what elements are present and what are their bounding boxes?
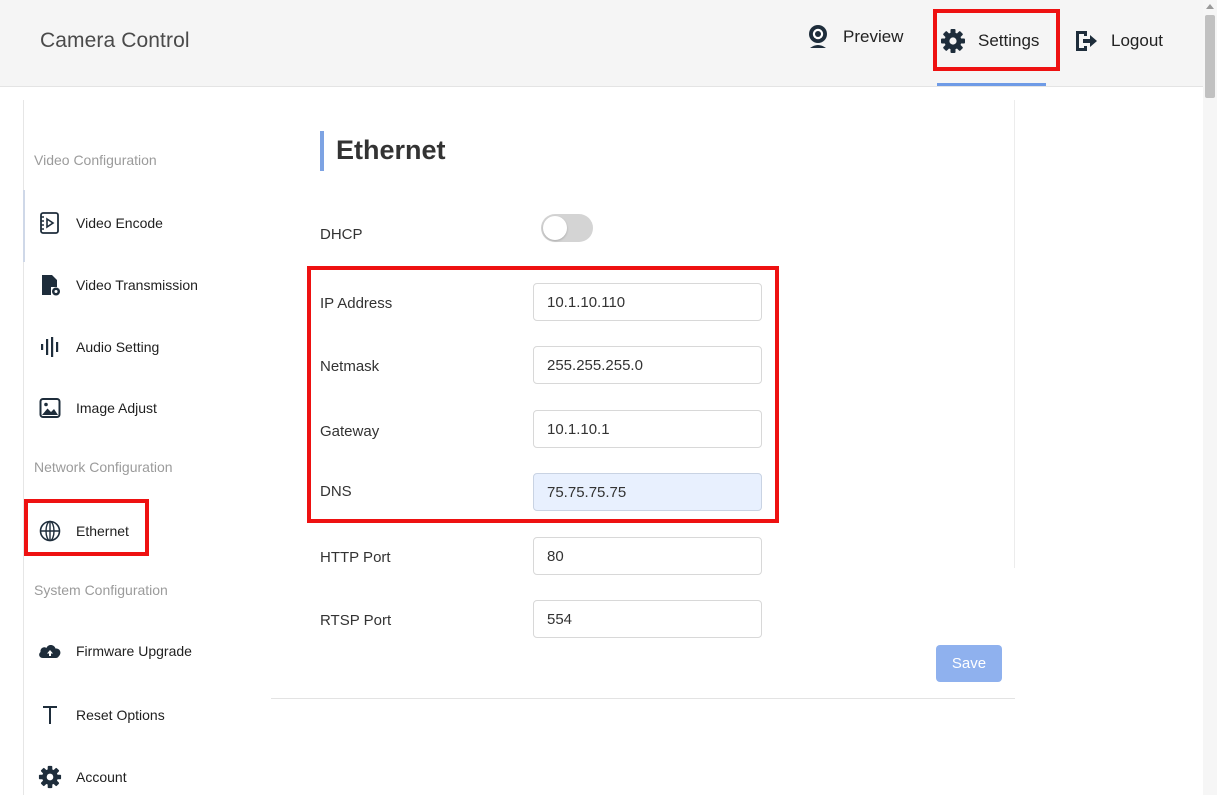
video-file-icon (37, 211, 63, 235)
sidebar-item-label: Account (76, 769, 127, 785)
scroll-thumb[interactable] (1205, 15, 1215, 98)
sidebar-item-label: Image Adjust (76, 400, 157, 416)
sidebar-item-image-adjust[interactable]: Image Adjust (37, 396, 157, 420)
panel-right-border (1014, 100, 1015, 568)
sidebar-item-label: Video Encode (76, 215, 163, 231)
panel-bottom-divider (271, 698, 1015, 699)
sidebar-item-firmware-upgrade[interactable]: Firmware Upgrade (37, 639, 192, 663)
file-gear-icon (37, 273, 63, 297)
sidebar-item-label: Video Transmission (76, 277, 198, 293)
nav-active-underline (937, 83, 1046, 86)
scroll-up-arrow-icon[interactable] (1206, 4, 1214, 9)
audio-bars-icon (37, 335, 63, 359)
cloud-upload-icon (37, 639, 63, 663)
http-port-label: HTTP Port (320, 549, 391, 566)
image-icon (37, 396, 63, 420)
sidebar-item-audio-setting[interactable]: Audio Setting (37, 335, 159, 359)
reset-t-icon (37, 703, 63, 727)
settings-sidebar (23, 100, 273, 795)
page-title-accent-bar (320, 131, 324, 171)
sidebar-item-label: Firmware Upgrade (76, 643, 192, 659)
nav-preview[interactable]: Preview (805, 18, 903, 56)
webcam-icon (805, 24, 831, 50)
rtsp-port-label: RTSP Port (320, 612, 392, 629)
app-title: Camera Control (40, 29, 190, 52)
logout-icon (1073, 28, 1099, 54)
sidebar-item-reset-options[interactable]: Reset Options (37, 703, 165, 727)
nav-preview-label: Preview (843, 27, 904, 46)
sidebar-item-label: Audio Setting (76, 339, 160, 355)
annotation-box-ethernet (24, 499, 149, 556)
annotation-box-settings (933, 9, 1060, 71)
annotation-box-network-fields (307, 266, 779, 523)
sidebar-heading-system: System Configuration (34, 582, 168, 598)
save-button[interactable]: Save (936, 645, 1002, 682)
rtsp-port-input[interactable] (533, 600, 762, 638)
nav-logout-label: Logout (1111, 31, 1163, 50)
page-scrollbar[interactable] (1203, 0, 1217, 795)
http-port-input[interactable] (533, 537, 762, 575)
page-title: Ethernet (336, 135, 446, 165)
sidebar-item-video-encode[interactable]: Video Encode (37, 211, 163, 235)
sidebar-item-label: Reset Options (76, 707, 165, 723)
sidebar-item-video-transmission[interactable]: Video Transmission (37, 273, 198, 297)
gear-icon (37, 765, 63, 789)
nav-logout[interactable]: Logout (1073, 22, 1163, 60)
camera-control-page: Camera Control Preview Settings Logout V… (0, 0, 1217, 795)
dhcp-toggle-knob (543, 216, 567, 240)
dhcp-toggle[interactable] (541, 214, 593, 242)
sidebar-heading-network: Network Configuration (34, 459, 173, 475)
sidebar-item-account[interactable]: Account (37, 765, 127, 789)
sidebar-heading-video: Video Configuration (34, 152, 157, 168)
sidebar-section-indicator (23, 190, 25, 262)
dhcp-label: DHCP (320, 226, 363, 243)
